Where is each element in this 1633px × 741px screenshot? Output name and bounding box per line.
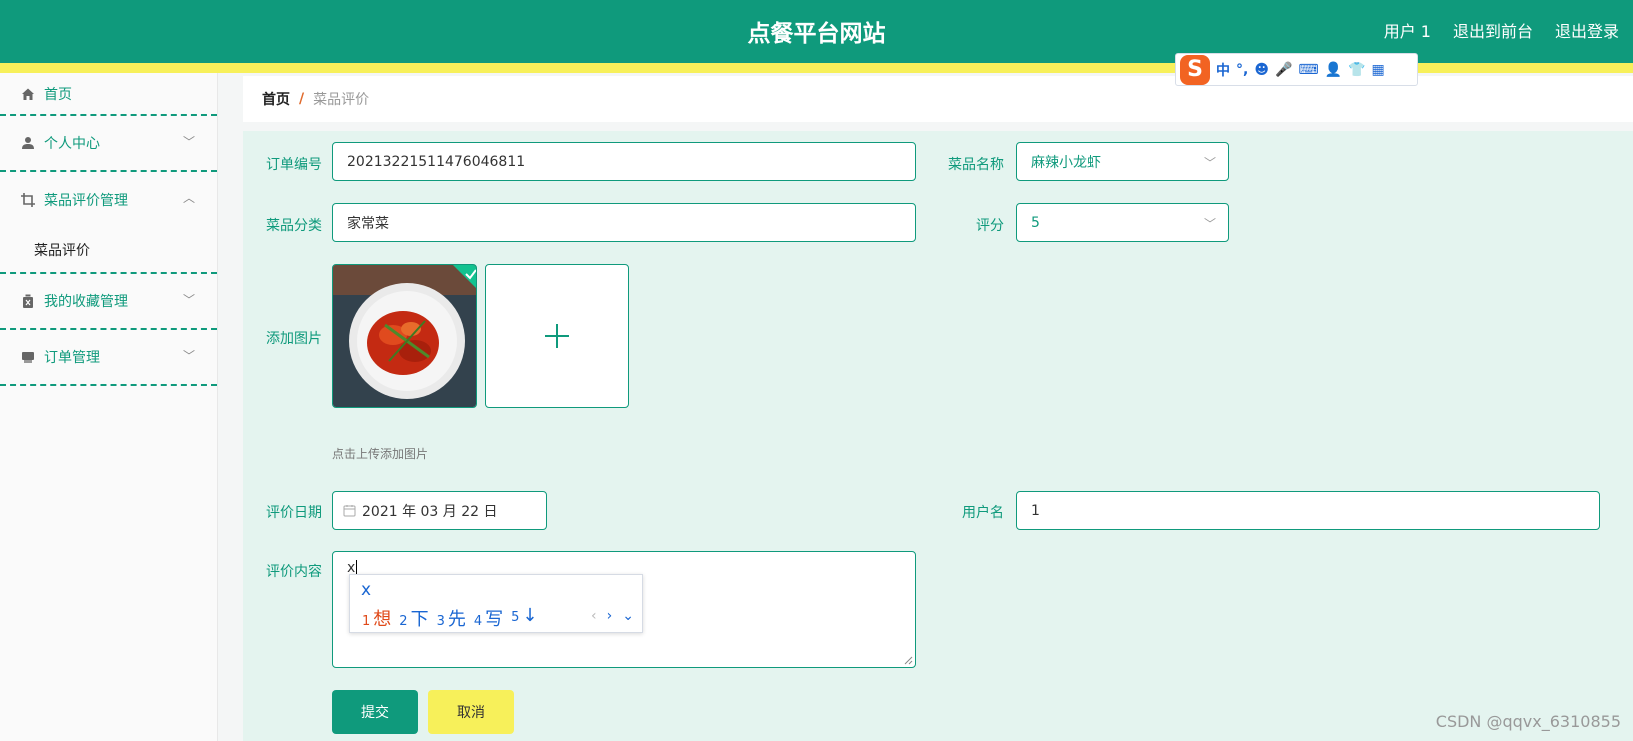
chevron-down-icon: ﹀ <box>1203 217 1216 231</box>
chinese-mode-icon[interactable]: 中 <box>1216 60 1230 80</box>
calendar-icon <box>343 504 356 517</box>
user-link[interactable]: 用户 1 <box>1384 18 1431 42</box>
dish-name-label: 菜品名称 <box>948 157 1004 173</box>
dish-name-value: 麻辣小龙虾 <box>1031 154 1101 171</box>
score-label: 评分 <box>976 218 1004 234</box>
breadcrumb-home[interactable]: 首页 <box>262 89 290 109</box>
ime-toolbar: S 中 °, ☻ 🎤 ⌨ 👤 👕 ▦ <box>1175 53 1418 86</box>
skin-shirt-icon[interactable]: 👕 <box>1348 62 1365 78</box>
chevron-down-icon: ﹀ <box>182 349 195 363</box>
trash-icon <box>20 293 36 309</box>
chevron-down-icon: ﹀ <box>182 293 195 307</box>
ime-candidate-list: 1想 2下 3先 4写 5 ↓ <box>362 605 538 631</box>
username-input[interactable]: 1 <box>1016 491 1600 530</box>
punctuation-icon[interactable]: °, <box>1236 62 1248 78</box>
upload-hint: 点击上传添加图片 <box>332 447 429 461</box>
ime-nav: ‹ › ⌄ <box>591 608 634 624</box>
sidebar-item-order-management[interactable]: 订单管理 ﹀ <box>0 330 217 386</box>
chevron-right-icon[interactable]: › <box>607 608 613 624</box>
sidebar-item-label: 我的收藏管理 <box>44 294 128 310</box>
score-value: 5 <box>1031 214 1040 231</box>
sidebar-item-personal-center[interactable]: 个人中心 ﹀ <box>0 116 217 172</box>
breadcrumb: 首页 / 菜品评价 <box>243 76 1633 122</box>
crop-icon <box>20 192 36 208</box>
ime-candidate[interactable]: 2下 <box>399 605 428 631</box>
review-date-picker[interactable]: 2021 年 03 月 22 日 <box>332 491 547 530</box>
emoji-icon[interactable]: ☻ <box>1254 62 1269 78</box>
exit-to-frontend-link[interactable]: 退出到前台 <box>1453 18 1533 42</box>
uploaded-image-thumbnail[interactable] <box>332 264 477 408</box>
ime-typed-text: x <box>361 580 372 600</box>
microphone-icon[interactable]: 🎤 <box>1275 62 1292 78</box>
user-icon <box>20 135 36 151</box>
ime-candidate[interactable]: 4写 <box>474 605 503 631</box>
submit-button[interactable]: 提交 <box>332 690 418 734</box>
sidebar-item-label: 首页 <box>44 86 72 103</box>
score-select[interactable]: 5 ﹀ <box>1016 203 1229 242</box>
order-no-value: 20213221511476046811 <box>347 153 526 170</box>
logout-link[interactable]: 退出登录 <box>1555 18 1619 42</box>
breadcrumb-current: 菜品评价 <box>313 92 370 108</box>
watermark: CSDN @qqvx_6310855 <box>1435 712 1621 731</box>
sidebar: 首页 个人中心 ﹀ 菜品评价管理 ︿ 菜品评价 我的收藏管理 ﹀ 订单管理 ﹀ <box>0 73 218 741</box>
resize-handle-icon[interactable] <box>904 656 913 665</box>
plus-icon <box>545 324 569 348</box>
sidebar-item-label: 订单管理 <box>44 350 100 366</box>
sidebar-item-label: 菜品评价管理 <box>44 193 128 209</box>
add-image-label: 添加图片 <box>266 331 322 347</box>
chevron-left-icon[interactable]: ‹ <box>591 608 597 624</box>
add-image-button[interactable] <box>485 264 629 408</box>
review-date-label: 评价日期 <box>266 505 322 521</box>
header-links: 用户 1 退出到前台 退出登录 <box>1384 18 1619 42</box>
ime-candidate[interactable]: 5 ↓ <box>511 605 537 631</box>
keyboard-icon[interactable]: ⌨ <box>1298 62 1318 78</box>
home-icon <box>20 86 36 102</box>
ime-candidate-window: x 1想 2下 3先 4写 5 ↓ ‹ › ⌄ <box>349 574 643 633</box>
username-label: 用户名 <box>962 505 1004 521</box>
dish-name-select[interactable]: 麻辣小龙虾 ﹀ <box>1016 142 1229 181</box>
username-value: 1 <box>1031 502 1040 519</box>
sidebar-item-label: 个人中心 <box>44 136 100 152</box>
category-label: 菜品分类 <box>266 218 322 234</box>
category-value: 家常菜 <box>347 215 389 232</box>
printer-icon <box>20 349 36 365</box>
chevron-down-icon[interactable]: ⌄ <box>622 608 634 624</box>
sidebar-item-dish-review-management[interactable]: 菜品评价管理 ︿ <box>0 172 217 228</box>
ime-candidate[interactable]: 3先 <box>437 605 466 631</box>
sidebar-item-home[interactable]: 首页 <box>0 73 217 116</box>
breadcrumb-separator: / <box>299 91 305 107</box>
sidebar-subitem-dish-review[interactable]: 菜品评价 <box>0 228 217 274</box>
ime-candidate[interactable]: 1想 <box>362 605 391 631</box>
chevron-down-icon: ﹀ <box>1203 156 1216 170</box>
chevron-up-icon: ︿ <box>182 191 195 205</box>
order-no-input[interactable]: 20213221511476046811 <box>332 142 916 181</box>
category-input[interactable]: 家常菜 <box>332 203 916 242</box>
chevron-down-icon: ﹀ <box>182 135 195 149</box>
user-icon[interactable]: 👤 <box>1325 62 1342 78</box>
sogou-logo-icon[interactable]: S <box>1180 54 1210 85</box>
cancel-button[interactable]: 取消 <box>428 690 514 734</box>
review-date-value: 2021 年 03 月 22 日 <box>362 503 498 520</box>
sidebar-item-favorites-management[interactable]: 我的收藏管理 ﹀ <box>0 274 217 330</box>
review-content-label: 评价内容 <box>266 564 322 580</box>
grid-menu-icon[interactable]: ▦ <box>1371 62 1384 78</box>
order-no-label: 订单编号 <box>266 157 322 173</box>
